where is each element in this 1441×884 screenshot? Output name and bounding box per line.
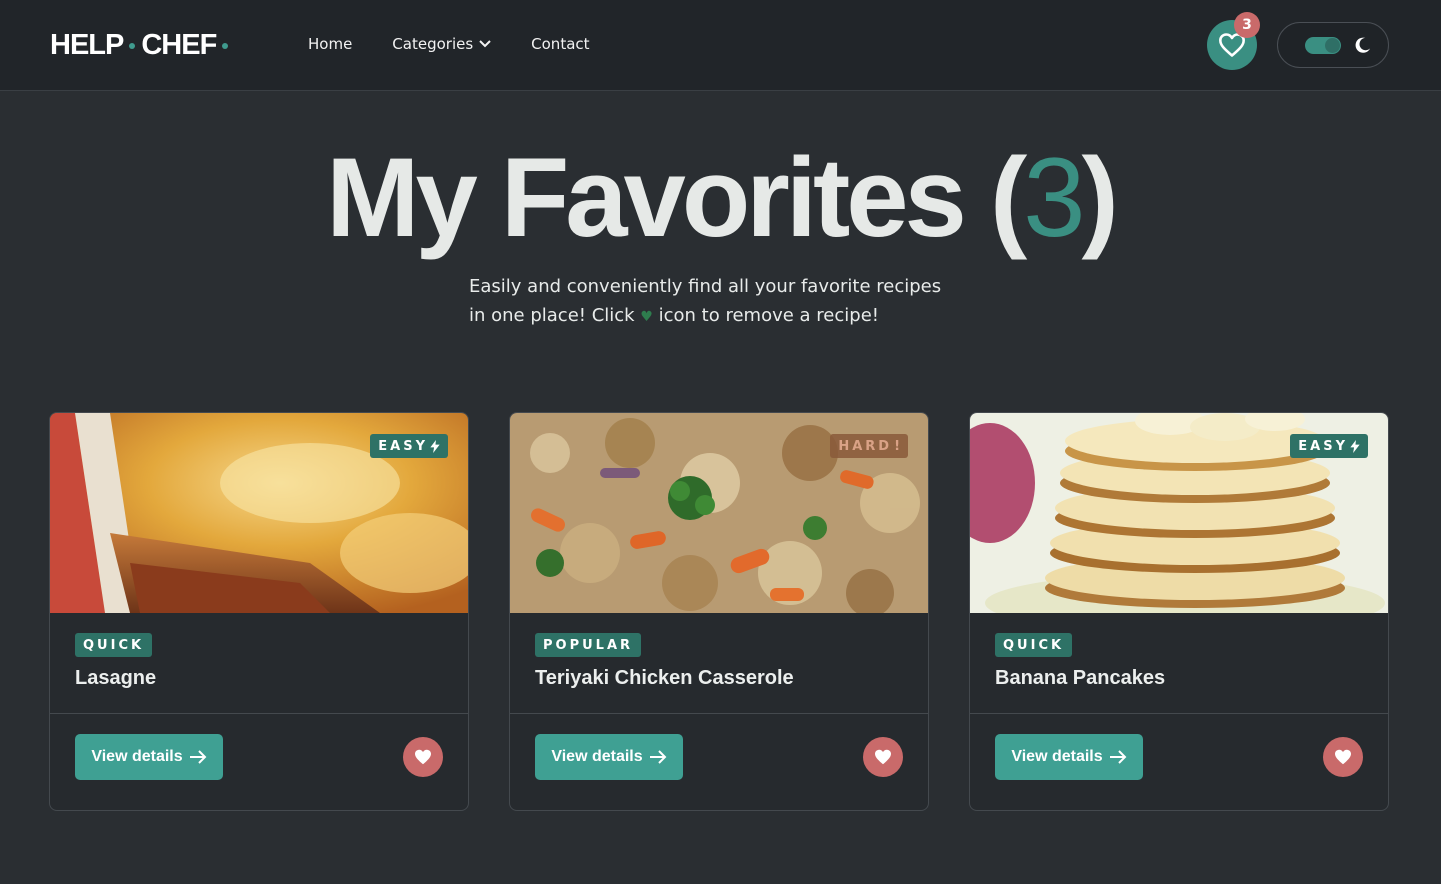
moon-icon [1355, 37, 1371, 53]
lightning-icon [430, 439, 440, 453]
arrow-right-icon [649, 750, 667, 764]
title-open-paren: ( [989, 135, 1027, 260]
divider [510, 713, 928, 714]
remove-favorite-button[interactable] [1323, 737, 1363, 777]
category-tag: QUICK [75, 633, 153, 657]
page-title: My Favorites (3) [0, 128, 1441, 268]
remove-favorite-button[interactable] [403, 737, 443, 777]
difficulty-badge: EASY [1290, 434, 1368, 458]
heart-icon [415, 749, 431, 765]
difficulty-badge: EASY [370, 434, 448, 458]
nav-links: Home Categories Contact [308, 35, 630, 53]
heart-icon [1335, 749, 1351, 765]
nav-link-categories-label: Categories [392, 35, 474, 53]
theme-toggle[interactable] [1277, 22, 1389, 68]
view-details-button[interactable]: View details [75, 734, 223, 780]
logo[interactable]: HELP CHEF [50, 28, 229, 62]
theme-switch[interactable] [1305, 37, 1341, 54]
favorites-count-badge: 3 [1234, 12, 1260, 38]
chevron-down-icon [479, 40, 491, 48]
view-details-label: View details [1011, 748, 1103, 765]
arrow-right-icon [1109, 750, 1127, 764]
subtitle-line3: icon to remove a recipe! [658, 305, 879, 326]
lightning-icon [1350, 439, 1360, 453]
logo-dot [222, 43, 229, 49]
difficulty-label: EASY [1298, 438, 1348, 454]
recipe-card: HARD ! POPULAR Teriyaki Chicken Casserol… [509, 412, 929, 811]
difficulty-label: HARD [838, 438, 893, 454]
nav-link-categories[interactable]: Categories [392, 35, 491, 53]
category-tag: QUICK [995, 633, 1073, 657]
heart-icon: ♥ [640, 309, 653, 325]
logo-text-help: HELP [50, 29, 124, 61]
recipe-card: EASY QUICK Lasagne View details [49, 412, 469, 811]
page-subtitle: Easily and conveniently find all your fa… [469, 272, 989, 332]
recipe-title[interactable]: Teriyaki Chicken Casserole [535, 667, 794, 690]
view-details-button[interactable]: View details [535, 734, 683, 780]
difficulty-label: EASY [378, 438, 428, 454]
page-title-text: My Favorites [326, 135, 967, 260]
nav-link-contact[interactable]: Contact [531, 35, 589, 53]
category-tag: POPULAR [535, 633, 642, 657]
logo-dot [129, 43, 136, 49]
switch-knob [1325, 38, 1340, 53]
nav-link-home[interactable]: Home [308, 35, 352, 53]
arrow-right-icon [189, 750, 207, 764]
exclamation-icon: ! [894, 438, 900, 454]
title-close-paren: ) [1081, 135, 1119, 260]
logo-text-chef: CHEF [141, 29, 217, 61]
divider [970, 713, 1388, 714]
view-details-button[interactable]: View details [995, 734, 1143, 780]
remove-favorite-button[interactable] [863, 737, 903, 777]
subtitle-line1: Easily and conveniently find all your fa… [469, 276, 942, 297]
subtitle-line2: in one place! Click [469, 305, 635, 326]
view-details-label: View details [551, 748, 643, 765]
heart-icon [875, 749, 891, 765]
divider [50, 713, 468, 714]
difficulty-badge: HARD ! [830, 434, 908, 458]
favorites-count: 3 [1023, 135, 1085, 260]
navbar: HELP CHEF Home Categories Contact 3 [0, 0, 1441, 91]
recipe-title[interactable]: Lasagne [75, 667, 156, 690]
view-details-label: View details [91, 748, 183, 765]
recipe-title[interactable]: Banana Pancakes [995, 667, 1165, 690]
recipe-card: EASY QUICK Banana Pancakes View details [969, 412, 1389, 811]
